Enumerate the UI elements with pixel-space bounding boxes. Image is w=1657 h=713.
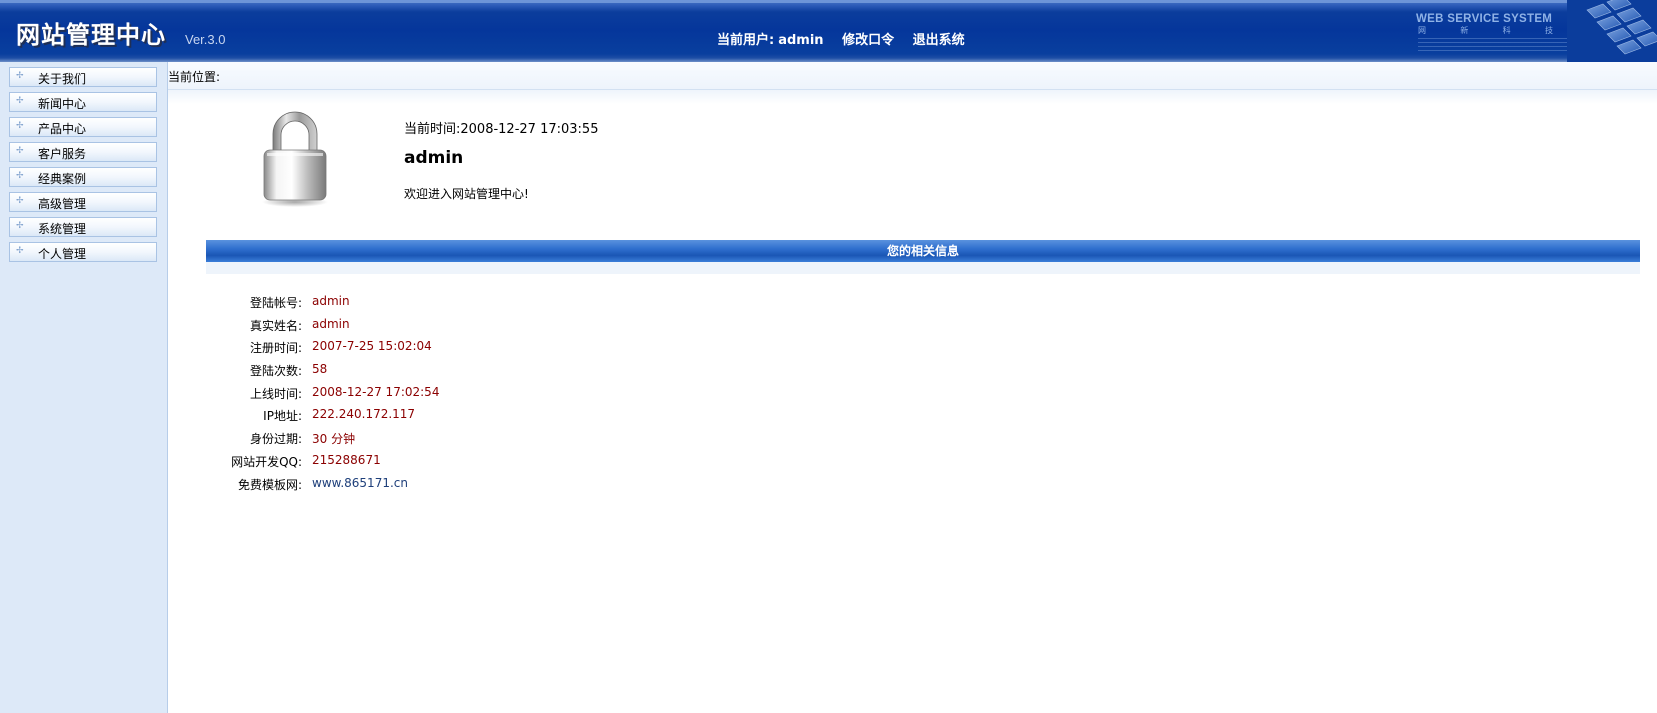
- brand-char: 科: [1502, 26, 1511, 35]
- info-key: IP地址:: [263, 409, 302, 424]
- breadcrumb-label: 当前位置:: [168, 70, 221, 84]
- breadcrumb-shadow: [168, 90, 1657, 104]
- bullet-icon: ✢: [16, 246, 24, 256]
- version-label: Ver.3.0: [185, 32, 226, 47]
- header-top-line: [0, 0, 1657, 3]
- info-key: 登陆帐号:: [249, 296, 302, 310]
- info-value: 58: [312, 362, 328, 377]
- sidebar-item-about[interactable]: ✢ 关于我们: [9, 67, 157, 87]
- info-value: 2008-12-27 17:02:54: [312, 384, 440, 399]
- header-banner: 网站管理中心 Ver.3.0 当前用户: admin 修改口令 退出系统 WEB …: [0, 0, 1657, 62]
- info-key: 真实姓名:: [249, 318, 302, 333]
- sidebar-item-label: 新闻中心: [38, 97, 87, 111]
- info-key: 上线时间:: [249, 386, 302, 401]
- info-key: 注册时间:: [249, 341, 302, 356]
- info-value: 30 分钟: [312, 432, 356, 447]
- lock-icon: [262, 111, 328, 207]
- current-user-label: 当前用户:: [717, 33, 775, 48]
- info-value: 2007-7-25 15:02:04: [312, 339, 432, 354]
- bullet-icon: ✢: [16, 146, 24, 156]
- current-time-label: 当前时间:: [404, 122, 461, 137]
- info-key: 登陆次数:: [249, 364, 302, 379]
- welcome-username: admin: [404, 148, 464, 168]
- sidebar-item-personal[interactable]: ✢ 个人管理: [9, 242, 157, 262]
- info-value: admin: [312, 294, 350, 308]
- brand-char: 网: [1418, 26, 1426, 35]
- change-password-link[interactable]: 修改口令: [842, 33, 894, 48]
- info-key: 免费模板网:: [237, 477, 302, 492]
- sidebar-item-products[interactable]: ✢ 产品中心: [9, 117, 157, 137]
- bullet-icon: ✢: [16, 96, 24, 106]
- sidebar-item-label: 产品中心: [38, 122, 87, 136]
- bullet-icon: ✢: [16, 221, 24, 231]
- sidebar-item-advanced[interactable]: ✢ 高级管理: [9, 192, 157, 212]
- site-logo: 网站管理中心: [16, 21, 166, 49]
- sidebar-item-system[interactable]: ✢ 系统管理: [9, 217, 157, 237]
- bullet-icon: ✢: [16, 121, 24, 131]
- current-time-value: 2008-12-27 17:03:55: [460, 122, 599, 137]
- bullet-icon: ✢: [16, 171, 24, 181]
- sidebar-item-news[interactable]: ✢ 新闻中心: [9, 92, 157, 112]
- brand-char: 新: [1460, 26, 1469, 35]
- welcome-message: 欢迎进入网站管理中心!: [404, 187, 529, 201]
- sidebar-item-label: 高级管理: [38, 197, 87, 211]
- sidebar-item-label: 客户服务: [38, 147, 87, 161]
- sidebar-item-label: 经典案例: [38, 172, 87, 186]
- info-key: 身份过期:: [249, 432, 302, 447]
- info-section-title: 您的相关信息: [206, 240, 1640, 262]
- sidebar-item-label: 个人管理: [38, 247, 87, 261]
- info-value: 222.240.172.117: [312, 407, 416, 422]
- bullet-icon: ✢: [16, 196, 24, 206]
- info-section-subbar: [206, 262, 1640, 274]
- sidebar-item-label: 系统管理: [38, 222, 87, 236]
- user-bar: 当前用户: admin 修改口令 退出系统: [717, 29, 979, 48]
- sidebar: ✢ 关于我们 ✢ 新闻中心 ✢ 产品中心 ✢ 客户服务 ✢ 经典案例 ✢ 高级管…: [0, 62, 168, 713]
- current-user-name: admin: [778, 33, 824, 48]
- info-value: admin: [312, 316, 350, 331]
- info-key: 网站开发QQ:: [231, 454, 302, 469]
- sidebar-item-customer-service[interactable]: ✢ 客户服务: [9, 142, 157, 162]
- bullet-icon: ✢: [16, 71, 24, 81]
- brand-chinese: 网 新 科 技: [1418, 25, 1553, 36]
- brand-char: 技: [1544, 26, 1553, 35]
- logout-link[interactable]: 退出系统: [913, 33, 965, 48]
- keyboard-graphic-icon: [1567, 0, 1657, 62]
- brand-decor-lines: [1418, 38, 1568, 52]
- breadcrumb: 当前位置:: [168, 62, 1657, 90]
- sidebar-item-label: 关于我们: [38, 72, 87, 86]
- brand-english: WEB SERVICE SYSTEM: [1416, 13, 1553, 25]
- info-value: 215288671: [312, 452, 381, 467]
- template-site-link[interactable]: www.865171.cn: [312, 476, 408, 490]
- current-time: 当前时间:2008-12-27 17:03:55: [404, 118, 598, 137]
- sidebar-item-cases[interactable]: ✢ 经典案例: [9, 167, 157, 187]
